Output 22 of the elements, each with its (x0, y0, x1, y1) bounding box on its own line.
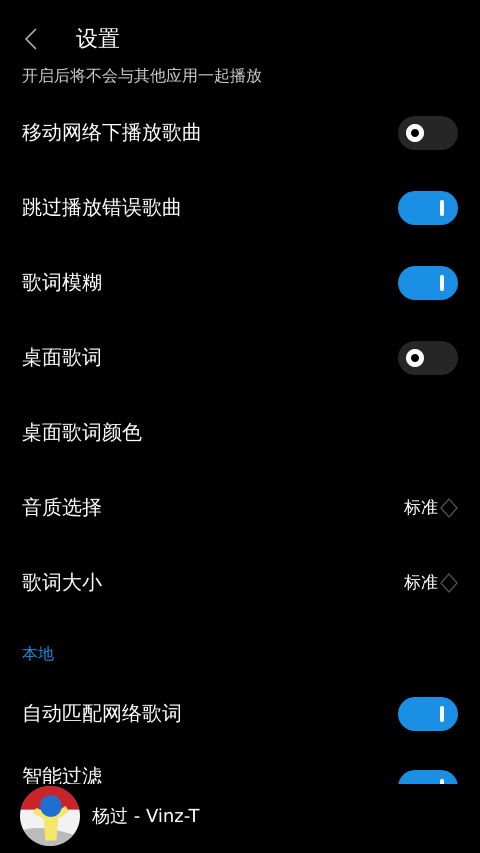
setting-value[interactable]: 标准 (404, 496, 438, 519)
diamond-icon (440, 498, 458, 518)
setting-label: 桌面歌词颜色 (22, 419, 142, 446)
diamond-icon (440, 572, 458, 592)
setting-label: 音质选择 (22, 494, 102, 521)
setting-label: 自动匹配网络歌词 (22, 700, 182, 727)
setting-value[interactable]: 标准 (404, 571, 438, 594)
setting-label: 移动网络下播放歌曲 (22, 119, 202, 146)
setting-label: 桌面歌词 (22, 344, 102, 371)
setting-label: 歌词大小 (22, 569, 102, 596)
song-title[interactable]: 杨过 - Vinz-T (92, 804, 200, 828)
page-title: 设置 (76, 26, 120, 54)
setting-description: 开启后将不会与其他应用一起播放 (22, 65, 262, 87)
toggle-switch[interactable] (398, 696, 458, 730)
back-icon[interactable] (24, 27, 38, 51)
setting-label: 跳过播放错误歌曲 (22, 194, 182, 221)
section-header: 本地 (22, 643, 54, 665)
toggle-switch[interactable] (398, 190, 458, 224)
toggle-switch[interactable] (398, 116, 458, 150)
toggle-switch[interactable] (398, 266, 458, 300)
setting-label: 歌词模糊 (22, 269, 102, 296)
toggle-switch[interactable] (398, 340, 458, 374)
